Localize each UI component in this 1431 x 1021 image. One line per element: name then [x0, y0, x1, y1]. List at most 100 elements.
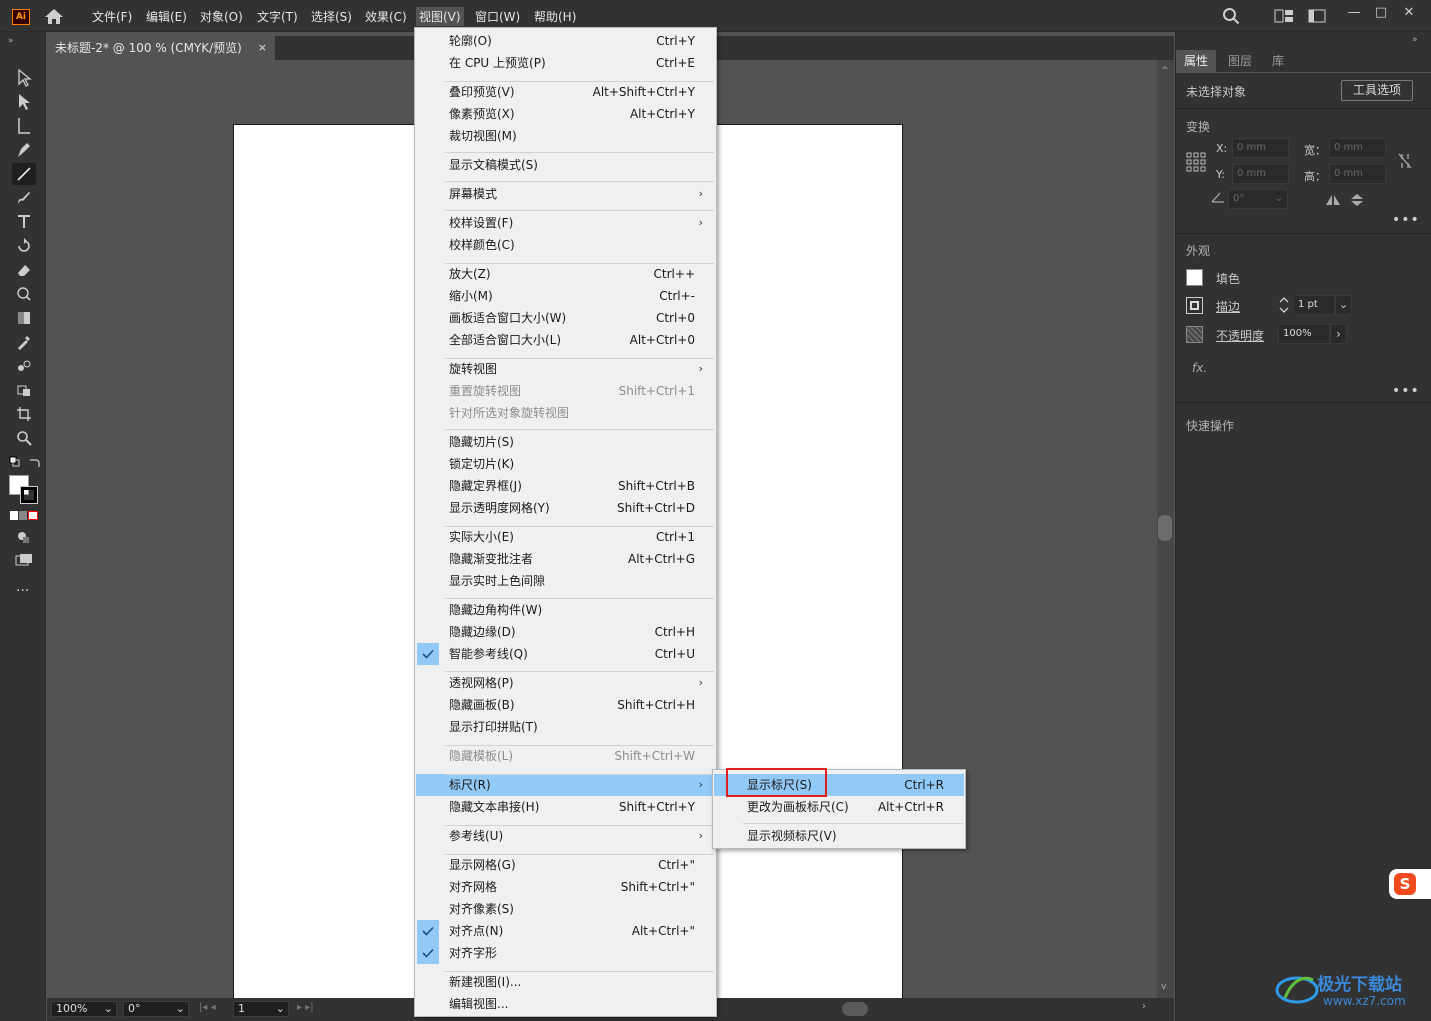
close-tab-icon[interactable]: ×	[258, 36, 267, 60]
view-menu-item[interactable]: 校样设置(F) ›	[416, 212, 715, 234]
tool-options-button[interactable]: 工具选项	[1341, 80, 1413, 101]
gradient-tool-icon[interactable]	[12, 307, 36, 329]
view-menu-item[interactable]: 标尺(R) ›	[416, 774, 715, 796]
tab-properties[interactable]: 属性	[1176, 50, 1217, 72]
view-menu-item[interactable]: 校样颜色(C)	[416, 234, 715, 256]
opacity-arrow-icon[interactable]: ›	[1330, 324, 1347, 344]
view-menu-item[interactable]: 隐藏定界框(J) Shift+Ctrl+B	[416, 475, 715, 497]
constrain-proportions-icon[interactable]	[1397, 152, 1413, 173]
pen-tool-icon[interactable]	[12, 139, 36, 161]
direct-selection-tool-icon[interactable]	[12, 91, 36, 113]
reference-point-icon[interactable]	[1186, 152, 1206, 175]
view-menu-item[interactable]: 对齐点(N) Alt+Ctrl+"	[416, 920, 715, 942]
zoom-tool-icon[interactable]	[12, 427, 36, 449]
minimize-button[interactable]: —	[1343, 4, 1365, 22]
menu-edit[interactable]: 编辑(E)	[146, 8, 187, 25]
color-mode-icons[interactable]	[10, 511, 38, 520]
menu-window[interactable]: 窗口(W)	[475, 8, 520, 25]
menu-view[interactable]: 视图(V)	[416, 7, 464, 26]
rotation-chevron-icon[interactable]: ⌄	[176, 1002, 185, 1016]
stroke-weight-input[interactable]: 1 pt	[1293, 295, 1335, 315]
view-menu-item[interactable]: 像素预览(X) Alt+Ctrl+Y	[416, 103, 715, 125]
swap-colors-icon[interactable]	[28, 456, 41, 472]
view-menu-item[interactable]: 对齐字形	[416, 942, 715, 964]
view-menu-item[interactable]: 锁定切片(K)	[416, 453, 715, 475]
view-menu-item[interactable]: 隐藏边缘(D) Ctrl+H	[416, 621, 715, 643]
fill-label[interactable]: 填色	[1216, 270, 1240, 287]
view-menu-item[interactable]: 缩小(M) Ctrl+-	[416, 285, 715, 307]
view-menu-item[interactable]: 显示打印拼贴(T)	[416, 716, 715, 738]
view-menu-item[interactable]: 显示实时上色间隙	[416, 570, 715, 592]
view-menu-item[interactable]: 叠印预览(V) Alt+Shift+Ctrl+Y	[416, 81, 715, 103]
brush-tool-icon[interactable]	[12, 187, 36, 209]
view-menu-item[interactable]: 对齐网格 Shift+Ctrl+"	[416, 876, 715, 898]
view-menu-item[interactable]: 隐藏渐变批注者 Alt+Ctrl+G	[416, 548, 715, 570]
appearance-more-icon[interactable]: •••	[1392, 383, 1420, 399]
view-menu-item[interactable]: 对齐像素(S)	[416, 898, 715, 920]
x-input[interactable]: 0 mm	[1232, 138, 1289, 158]
view-menu-item[interactable]: 显示网格(G) Ctrl+"	[416, 854, 715, 876]
view-menu-item[interactable]: 显示文稿模式(S)	[416, 154, 715, 176]
stroke-stepper-icon[interactable]	[1278, 295, 1290, 318]
view-menu-item[interactable]: 旋转视图 ›	[416, 358, 715, 380]
symbol-sprayer-tool-icon[interactable]	[12, 379, 36, 401]
type-tool-icon[interactable]	[12, 211, 36, 233]
tab-libraries[interactable]: 库	[1264, 50, 1292, 72]
artboard-number-field[interactable]: 1 ⌄	[233, 1001, 289, 1017]
magic-wand-tool-icon[interactable]	[12, 115, 36, 137]
puppet-warp-tool-icon[interactable]	[12, 283, 36, 305]
opacity-input[interactable]: 100%	[1278, 324, 1330, 344]
scroll-down-icon[interactable]: v	[1161, 982, 1166, 992]
input-method-badge[interactable]: S	[1389, 869, 1431, 899]
rotation-field[interactable]: 0° ⌄	[123, 1001, 189, 1017]
angle-chevron-icon[interactable]: ⌄	[1275, 190, 1283, 208]
y-input[interactable]: 0 mm	[1232, 164, 1289, 184]
view-menu-item[interactable]: 隐藏文本串接(H) Shift+Ctrl+Y	[416, 796, 715, 818]
zoom-field[interactable]: 100% ⌄	[51, 1001, 117, 1017]
stroke-dropdown-icon[interactable]: ⌄	[1335, 295, 1352, 315]
height-input[interactable]: 0 mm	[1329, 164, 1386, 184]
ruler-submenu-item[interactable]: 显示视频标尺(V)	[714, 825, 964, 847]
maximize-button[interactable]: □	[1370, 4, 1392, 22]
artboard-tool-icon[interactable]	[12, 403, 36, 425]
menu-file[interactable]: 文件(F)	[92, 8, 132, 25]
panel-collapse-icon[interactable]: »	[1412, 35, 1418, 45]
scroll-right-icon[interactable]: ›	[1142, 1001, 1146, 1012]
eraser-tool-icon[interactable]	[12, 259, 36, 281]
view-menu-item[interactable]: 轮廓(O) Ctrl+Y	[416, 30, 715, 52]
flip-horizontal-icon[interactable]	[1325, 194, 1341, 209]
menu-help[interactable]: 帮助(H)	[534, 8, 576, 25]
drawing-mode-icon[interactable]	[16, 530, 30, 547]
selection-tool-icon[interactable]	[12, 67, 36, 89]
zoom-chevron-icon[interactable]: ⌄	[104, 1002, 113, 1016]
scroll-up-icon[interactable]: ^	[1161, 66, 1169, 76]
menu-type[interactable]: 文字(T)	[257, 8, 298, 25]
width-input[interactable]: 0 mm	[1329, 138, 1386, 158]
rotate-tool-icon[interactable]	[12, 235, 36, 257]
blend-tool-icon[interactable]	[12, 355, 36, 377]
fx-icon[interactable]: fx.	[1192, 361, 1207, 375]
view-menu-item[interactable]: 显示透明度网格(Y) Shift+Ctrl+D	[416, 497, 715, 519]
home-icon[interactable]	[44, 8, 64, 28]
screen-mode-icon[interactable]	[15, 553, 33, 570]
tab-layers[interactable]: 图层	[1220, 50, 1260, 72]
artboard-chevron-icon[interactable]: ⌄	[276, 1002, 285, 1016]
menu-select[interactable]: 选择(S)	[311, 8, 352, 25]
transform-more-icon[interactable]: •••	[1392, 212, 1420, 228]
stroke-swatch[interactable]	[20, 486, 38, 504]
view-menu-item[interactable]: 隐藏边角构件(W)	[416, 599, 715, 621]
last-artboard-icon[interactable]: ▸ ▸|	[297, 1002, 314, 1013]
view-menu-item[interactable]: 屏幕模式 ›	[416, 183, 715, 205]
view-menu-item[interactable]: 编辑视图...	[416, 993, 715, 1015]
view-menu-item[interactable]: 参考线(U) ›	[416, 825, 715, 847]
opacity-label[interactable]: 不透明度	[1216, 327, 1264, 344]
search-icon[interactable]	[1222, 7, 1240, 28]
collapse-icon[interactable]: »	[8, 36, 14, 46]
vertical-scroll-thumb[interactable]	[1158, 515, 1172, 541]
ruler-submenu-item[interactable]: 更改为画板标尺(C) Alt+Ctrl+R	[714, 796, 964, 818]
view-menu-item[interactable]: 透视网格(P) ›	[416, 672, 715, 694]
view-menu-item[interactable]: 新建视图(I)...	[416, 971, 715, 993]
line-tool-icon[interactable]	[12, 163, 36, 185]
more-tools-icon[interactable]: ···	[16, 583, 29, 599]
view-menu-item[interactable]: 实际大小(E) Ctrl+1	[416, 526, 715, 548]
